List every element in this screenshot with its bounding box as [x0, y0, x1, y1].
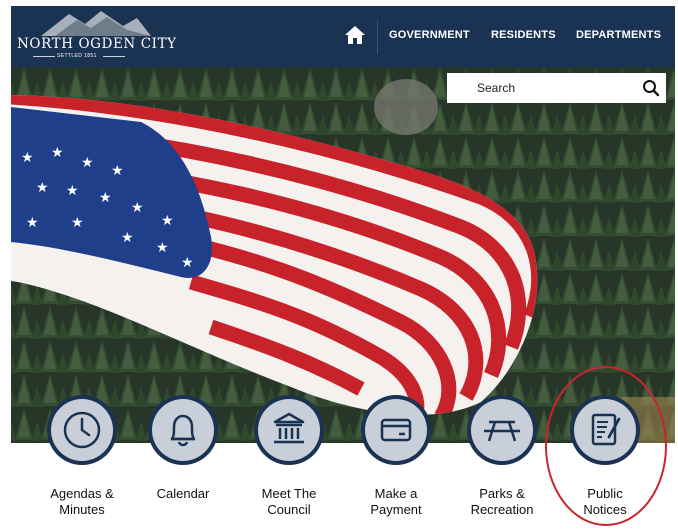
quick-link-circle-inner — [471, 399, 533, 461]
svg-text:★: ★ — [71, 214, 84, 230]
quick-link-circle — [467, 395, 537, 465]
svg-text:★: ★ — [66, 182, 79, 198]
svg-text:★: ★ — [51, 144, 64, 160]
picnic-table-icon — [484, 420, 520, 442]
city-logo[interactable]: North Ogden City SETTLED 1851 — [11, 6, 181, 67]
nav-residents[interactable]: RESIDENTS — [491, 29, 556, 41]
logo-settled-text: SETTLED 1851 — [57, 53, 97, 59]
quick-link-circle-inner — [365, 399, 427, 461]
quick-link-circle — [47, 395, 117, 465]
page-frame: North Ogden City SETTLED 1851 GOVERNMENT… — [11, 6, 675, 531]
logo-divider-right — [103, 56, 125, 57]
svg-text:★: ★ — [121, 229, 134, 245]
flag-forest-image: ★ ★ ★ ★ ★ ★ ★ ★ ★ ★ ★ ★ ★ ★ — [11, 67, 675, 443]
nav-divider — [377, 20, 378, 54]
building-icon — [273, 412, 305, 444]
site-header: North Ogden City SETTLED 1851 GOVERNMENT… — [11, 6, 675, 67]
svg-text:★: ★ — [99, 189, 112, 205]
nav-departments[interactable]: DEPARTMENTS — [576, 29, 661, 41]
quick-link-label: Meet The Council — [261, 486, 317, 517]
bell-icon — [170, 414, 196, 447]
quick-link-label: Agendas & Minutes — [50, 486, 114, 517]
search-input[interactable]: Search — [477, 81, 515, 95]
quick-link-circle-inner — [51, 399, 113, 461]
nav-government[interactable]: GOVERNMENT — [389, 29, 470, 41]
quick-link-circle — [570, 395, 640, 465]
svg-text:★: ★ — [26, 214, 39, 230]
quick-link-circle-inner — [258, 399, 320, 461]
quick-link-label: Make a Payment — [370, 486, 422, 517]
svg-text:★: ★ — [36, 179, 49, 195]
mountain-logo-icon — [41, 11, 151, 36]
svg-text:★: ★ — [131, 199, 144, 215]
logo-divider-left — [33, 56, 55, 57]
quick-link-label: Parks & Recreation — [470, 486, 534, 517]
svg-text:★: ★ — [21, 149, 34, 165]
quick-link-label: Calendar — [156, 486, 210, 501]
hero-image: ★ ★ ★ ★ ★ ★ ★ ★ ★ ★ ★ ★ ★ ★ — [11, 67, 675, 443]
quick-link-circle-inner — [574, 399, 636, 461]
svg-text:★: ★ — [111, 162, 124, 178]
quick-link-circle — [254, 395, 324, 465]
quick-link-circle — [148, 395, 218, 465]
quick-link-circle-inner — [152, 399, 214, 461]
svg-text:★: ★ — [161, 212, 174, 228]
svg-text:★: ★ — [81, 154, 94, 170]
search-box[interactable]: Search — [447, 73, 666, 103]
logo-city-name: North Ogden City — [17, 36, 177, 52]
search-icon[interactable] — [642, 79, 660, 97]
card-icon — [380, 418, 412, 442]
home-icon[interactable] — [344, 24, 366, 46]
clock-icon — [63, 411, 101, 449]
quick-link-label: Public Notices — [583, 486, 627, 517]
svg-text:★: ★ — [181, 254, 194, 270]
notice-icon — [591, 413, 621, 446]
quick-link-circle — [361, 395, 431, 465]
svg-text:★: ★ — [156, 239, 169, 255]
